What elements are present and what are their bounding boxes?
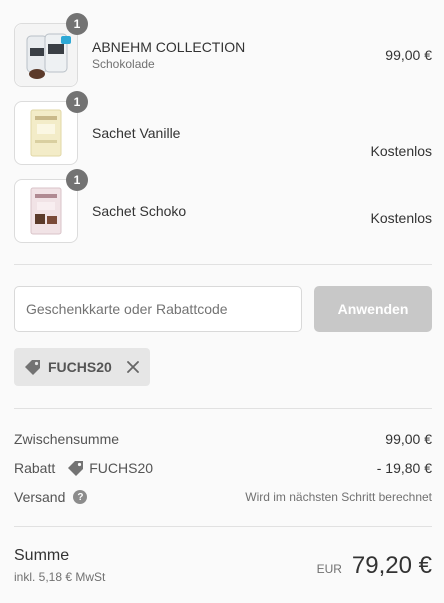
apply-discount-button[interactable]: Anwenden: [314, 286, 432, 332]
total-label: Summe: [14, 547, 70, 564]
product-name: Sachet Schoko: [92, 203, 187, 219]
product-image-graphic: [15, 180, 77, 242]
discount-code-display: FUCHS20: [67, 459, 153, 477]
product-price: Kostenlos: [370, 210, 432, 226]
discount-code-input[interactable]: [14, 286, 302, 332]
tax-note: inkl. 5,18 € MwSt: [14, 570, 106, 584]
subtotal-line: Zwischensumme 99,00 €: [14, 429, 432, 449]
product-image: 1: [14, 169, 88, 243]
quantity-badge: 1: [66, 91, 88, 113]
product-variant: Schokolade: [92, 57, 155, 71]
product-price: Kostenlos: [370, 143, 432, 159]
quantity-badge: 1: [66, 13, 88, 35]
discount-value: - 19,80 €: [376, 460, 432, 476]
discount-code-text: FUCHS20: [89, 460, 154, 476]
quantity-badge: 1: [66, 169, 88, 191]
currency-code: EUR: [316, 562, 342, 576]
line-item: 1 ABNEHM COLLECTION Schokolade 99,00 €: [14, 13, 432, 87]
line-item: 1 Sachet Vanille Kostenlos: [14, 91, 432, 165]
subtotal-value: 99,00 €: [385, 431, 432, 447]
shipping-value: Wird im nächsten Schritt berechnet: [245, 490, 432, 504]
close-icon[interactable]: [126, 360, 140, 374]
product-image: 1: [14, 13, 88, 87]
product-image: 1: [14, 91, 88, 165]
subtotal-label: Zwischensumme: [14, 431, 120, 447]
product-image-graphic: [15, 102, 77, 164]
product-name: Sachet Vanille: [92, 125, 181, 141]
discount-form: Anwenden: [14, 286, 432, 332]
divider: [14, 264, 432, 265]
total-amount: 79,20 €: [351, 552, 432, 579]
question-icon[interactable]: ?: [73, 490, 88, 504]
order-summary: 1 ABNEHM COLLECTION Schokolade 99,00 € 1…: [0, 0, 444, 603]
shipping-label: Versand: [14, 489, 66, 505]
product-price: 99,00 €: [385, 47, 432, 63]
divider: [14, 408, 432, 409]
tag-icon: [68, 461, 84, 476]
line-item: 1 Sachet Schoko Kostenlos: [14, 169, 432, 243]
tag-icon: [25, 360, 40, 375]
discount-label: Rabatt: [14, 460, 56, 476]
total-amount-group: EUR 79,20 €: [317, 552, 432, 580]
divider: [14, 526, 432, 527]
product-name: ABNEHM COLLECTION: [92, 39, 246, 55]
shipping-line: Versand ? Wird im nächsten Schritt berec…: [14, 487, 432, 507]
discount-line: Rabatt FUCHS20 - 19,80 €: [14, 458, 432, 478]
applied-discount-tag: FUCHS20: [14, 348, 150, 386]
product-image-graphic: [15, 24, 77, 86]
applied-code-text: FUCHS20: [48, 359, 112, 375]
